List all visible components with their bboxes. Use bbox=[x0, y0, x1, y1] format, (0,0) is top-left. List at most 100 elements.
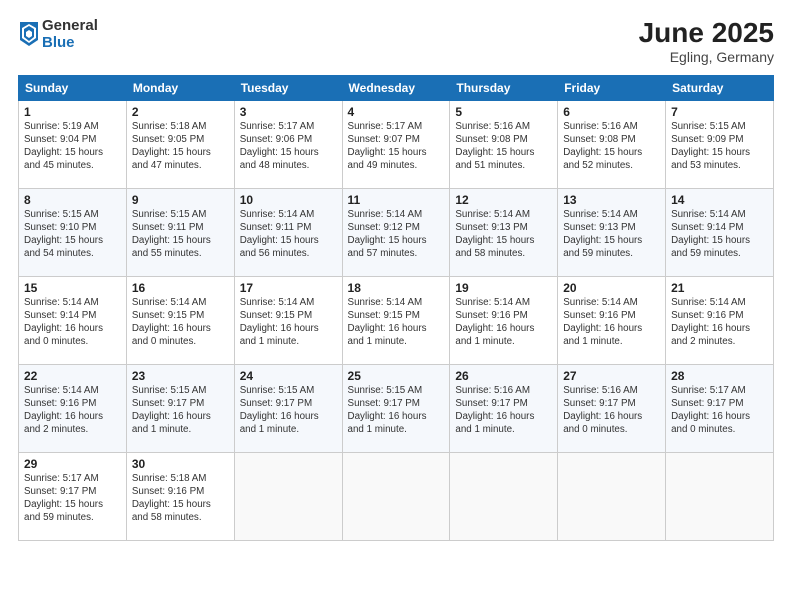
day-number: 20 bbox=[563, 281, 660, 295]
day-info: Sunrise: 5:17 AM Sunset: 9:06 PM Dayligh… bbox=[240, 120, 337, 173]
calendar-cell: 27Sunrise: 5:16 AM Sunset: 9:17 PM Dayli… bbox=[558, 364, 666, 452]
day-number: 5 bbox=[455, 105, 552, 119]
calendar-cell: 19Sunrise: 5:14 AM Sunset: 9:16 PM Dayli… bbox=[450, 276, 558, 364]
day-info: Sunrise: 5:14 AM Sunset: 9:16 PM Dayligh… bbox=[24, 384, 121, 437]
day-number: 21 bbox=[671, 281, 768, 295]
day-number: 23 bbox=[132, 369, 229, 383]
day-info: Sunrise: 5:16 AM Sunset: 9:08 PM Dayligh… bbox=[455, 120, 552, 173]
calendar-cell: 22Sunrise: 5:14 AM Sunset: 9:16 PM Dayli… bbox=[19, 364, 127, 452]
calendar-cell: 15Sunrise: 5:14 AM Sunset: 9:14 PM Dayli… bbox=[19, 276, 127, 364]
day-number: 3 bbox=[240, 105, 337, 119]
day-number: 11 bbox=[348, 193, 445, 207]
calendar-cell: 18Sunrise: 5:14 AM Sunset: 9:15 PM Dayli… bbox=[342, 276, 450, 364]
day-number: 6 bbox=[563, 105, 660, 119]
day-info: Sunrise: 5:17 AM Sunset: 9:17 PM Dayligh… bbox=[24, 472, 121, 525]
day-number: 22 bbox=[24, 369, 121, 383]
day-number: 28 bbox=[671, 369, 768, 383]
day-info: Sunrise: 5:15 AM Sunset: 9:17 PM Dayligh… bbox=[240, 384, 337, 437]
calendar-cell: 4Sunrise: 5:17 AM Sunset: 9:07 PM Daylig… bbox=[342, 100, 450, 188]
day-number: 27 bbox=[563, 369, 660, 383]
col-header-wednesday: Wednesday bbox=[342, 75, 450, 100]
day-number: 17 bbox=[240, 281, 337, 295]
day-number: 24 bbox=[240, 369, 337, 383]
calendar-cell: 6Sunrise: 5:16 AM Sunset: 9:08 PM Daylig… bbox=[558, 100, 666, 188]
day-number: 1 bbox=[24, 105, 121, 119]
day-info: Sunrise: 5:14 AM Sunset: 9:13 PM Dayligh… bbox=[455, 208, 552, 261]
calendar-cell: 10Sunrise: 5:14 AM Sunset: 9:11 PM Dayli… bbox=[234, 188, 342, 276]
day-info: Sunrise: 5:16 AM Sunset: 9:08 PM Dayligh… bbox=[563, 120, 660, 173]
day-info: Sunrise: 5:14 AM Sunset: 9:14 PM Dayligh… bbox=[24, 296, 121, 349]
calendar-cell: 12Sunrise: 5:14 AM Sunset: 9:13 PM Dayli… bbox=[450, 188, 558, 276]
day-number: 29 bbox=[24, 457, 121, 471]
calendar-cell bbox=[666, 452, 774, 540]
day-info: Sunrise: 5:15 AM Sunset: 9:11 PM Dayligh… bbox=[132, 208, 229, 261]
calendar-cell: 20Sunrise: 5:14 AM Sunset: 9:16 PM Dayli… bbox=[558, 276, 666, 364]
col-header-sunday: Sunday bbox=[19, 75, 127, 100]
logo-general-text: General bbox=[42, 18, 98, 35]
day-info: Sunrise: 5:15 AM Sunset: 9:10 PM Dayligh… bbox=[24, 208, 121, 261]
day-info: Sunrise: 5:15 AM Sunset: 9:09 PM Dayligh… bbox=[671, 120, 768, 173]
day-number: 15 bbox=[24, 281, 121, 295]
col-header-monday: Monday bbox=[126, 75, 234, 100]
day-info: Sunrise: 5:19 AM Sunset: 9:04 PM Dayligh… bbox=[24, 120, 121, 173]
day-info: Sunrise: 5:14 AM Sunset: 9:16 PM Dayligh… bbox=[455, 296, 552, 349]
calendar-cell: 17Sunrise: 5:14 AM Sunset: 9:15 PM Dayli… bbox=[234, 276, 342, 364]
calendar: SundayMondayTuesdayWednesdayThursdayFrid… bbox=[18, 75, 774, 541]
calendar-cell: 8Sunrise: 5:15 AM Sunset: 9:10 PM Daylig… bbox=[19, 188, 127, 276]
day-info: Sunrise: 5:14 AM Sunset: 9:14 PM Dayligh… bbox=[671, 208, 768, 261]
calendar-cell: 11Sunrise: 5:14 AM Sunset: 9:12 PM Dayli… bbox=[342, 188, 450, 276]
day-info: Sunrise: 5:16 AM Sunset: 9:17 PM Dayligh… bbox=[455, 384, 552, 437]
day-number: 7 bbox=[671, 105, 768, 119]
day-info: Sunrise: 5:18 AM Sunset: 9:16 PM Dayligh… bbox=[132, 472, 229, 525]
day-info: Sunrise: 5:16 AM Sunset: 9:17 PM Dayligh… bbox=[563, 384, 660, 437]
calendar-cell: 29Sunrise: 5:17 AM Sunset: 9:17 PM Dayli… bbox=[19, 452, 127, 540]
calendar-cell: 21Sunrise: 5:14 AM Sunset: 9:16 PM Dayli… bbox=[666, 276, 774, 364]
calendar-cell bbox=[558, 452, 666, 540]
title-block: June 2025 Egling, Germany bbox=[639, 18, 774, 65]
day-info: Sunrise: 5:14 AM Sunset: 9:15 PM Dayligh… bbox=[240, 296, 337, 349]
day-info: Sunrise: 5:15 AM Sunset: 9:17 PM Dayligh… bbox=[348, 384, 445, 437]
day-number: 10 bbox=[240, 193, 337, 207]
calendar-cell: 24Sunrise: 5:15 AM Sunset: 9:17 PM Dayli… bbox=[234, 364, 342, 452]
calendar-cell: 14Sunrise: 5:14 AM Sunset: 9:14 PM Dayli… bbox=[666, 188, 774, 276]
month-title: June 2025 bbox=[639, 18, 774, 49]
day-number: 9 bbox=[132, 193, 229, 207]
calendar-cell bbox=[450, 452, 558, 540]
day-number: 30 bbox=[132, 457, 229, 471]
day-info: Sunrise: 5:18 AM Sunset: 9:05 PM Dayligh… bbox=[132, 120, 229, 173]
calendar-cell: 25Sunrise: 5:15 AM Sunset: 9:17 PM Dayli… bbox=[342, 364, 450, 452]
logo-icon bbox=[18, 20, 40, 48]
day-number: 18 bbox=[348, 281, 445, 295]
day-number: 12 bbox=[455, 193, 552, 207]
day-info: Sunrise: 5:14 AM Sunset: 9:13 PM Dayligh… bbox=[563, 208, 660, 261]
logo: General Blue bbox=[18, 18, 98, 51]
col-header-tuesday: Tuesday bbox=[234, 75, 342, 100]
calendar-cell bbox=[234, 452, 342, 540]
day-info: Sunrise: 5:14 AM Sunset: 9:15 PM Dayligh… bbox=[132, 296, 229, 349]
day-number: 14 bbox=[671, 193, 768, 207]
day-number: 8 bbox=[24, 193, 121, 207]
calendar-cell: 23Sunrise: 5:15 AM Sunset: 9:17 PM Dayli… bbox=[126, 364, 234, 452]
calendar-cell bbox=[342, 452, 450, 540]
location: Egling, Germany bbox=[639, 49, 774, 65]
col-header-saturday: Saturday bbox=[666, 75, 774, 100]
calendar-cell: 7Sunrise: 5:15 AM Sunset: 9:09 PM Daylig… bbox=[666, 100, 774, 188]
day-number: 19 bbox=[455, 281, 552, 295]
day-info: Sunrise: 5:14 AM Sunset: 9:11 PM Dayligh… bbox=[240, 208, 337, 261]
logo-blue-text: Blue bbox=[42, 35, 98, 52]
day-number: 25 bbox=[348, 369, 445, 383]
day-info: Sunrise: 5:17 AM Sunset: 9:17 PM Dayligh… bbox=[671, 384, 768, 437]
day-info: Sunrise: 5:14 AM Sunset: 9:12 PM Dayligh… bbox=[348, 208, 445, 261]
col-header-thursday: Thursday bbox=[450, 75, 558, 100]
calendar-cell: 5Sunrise: 5:16 AM Sunset: 9:08 PM Daylig… bbox=[450, 100, 558, 188]
day-number: 16 bbox=[132, 281, 229, 295]
calendar-cell: 16Sunrise: 5:14 AM Sunset: 9:15 PM Dayli… bbox=[126, 276, 234, 364]
calendar-cell: 28Sunrise: 5:17 AM Sunset: 9:17 PM Dayli… bbox=[666, 364, 774, 452]
calendar-cell: 13Sunrise: 5:14 AM Sunset: 9:13 PM Dayli… bbox=[558, 188, 666, 276]
calendar-cell: 9Sunrise: 5:15 AM Sunset: 9:11 PM Daylig… bbox=[126, 188, 234, 276]
calendar-cell: 26Sunrise: 5:16 AM Sunset: 9:17 PM Dayli… bbox=[450, 364, 558, 452]
calendar-cell: 3Sunrise: 5:17 AM Sunset: 9:06 PM Daylig… bbox=[234, 100, 342, 188]
day-info: Sunrise: 5:14 AM Sunset: 9:16 PM Dayligh… bbox=[671, 296, 768, 349]
day-number: 13 bbox=[563, 193, 660, 207]
day-info: Sunrise: 5:17 AM Sunset: 9:07 PM Dayligh… bbox=[348, 120, 445, 173]
